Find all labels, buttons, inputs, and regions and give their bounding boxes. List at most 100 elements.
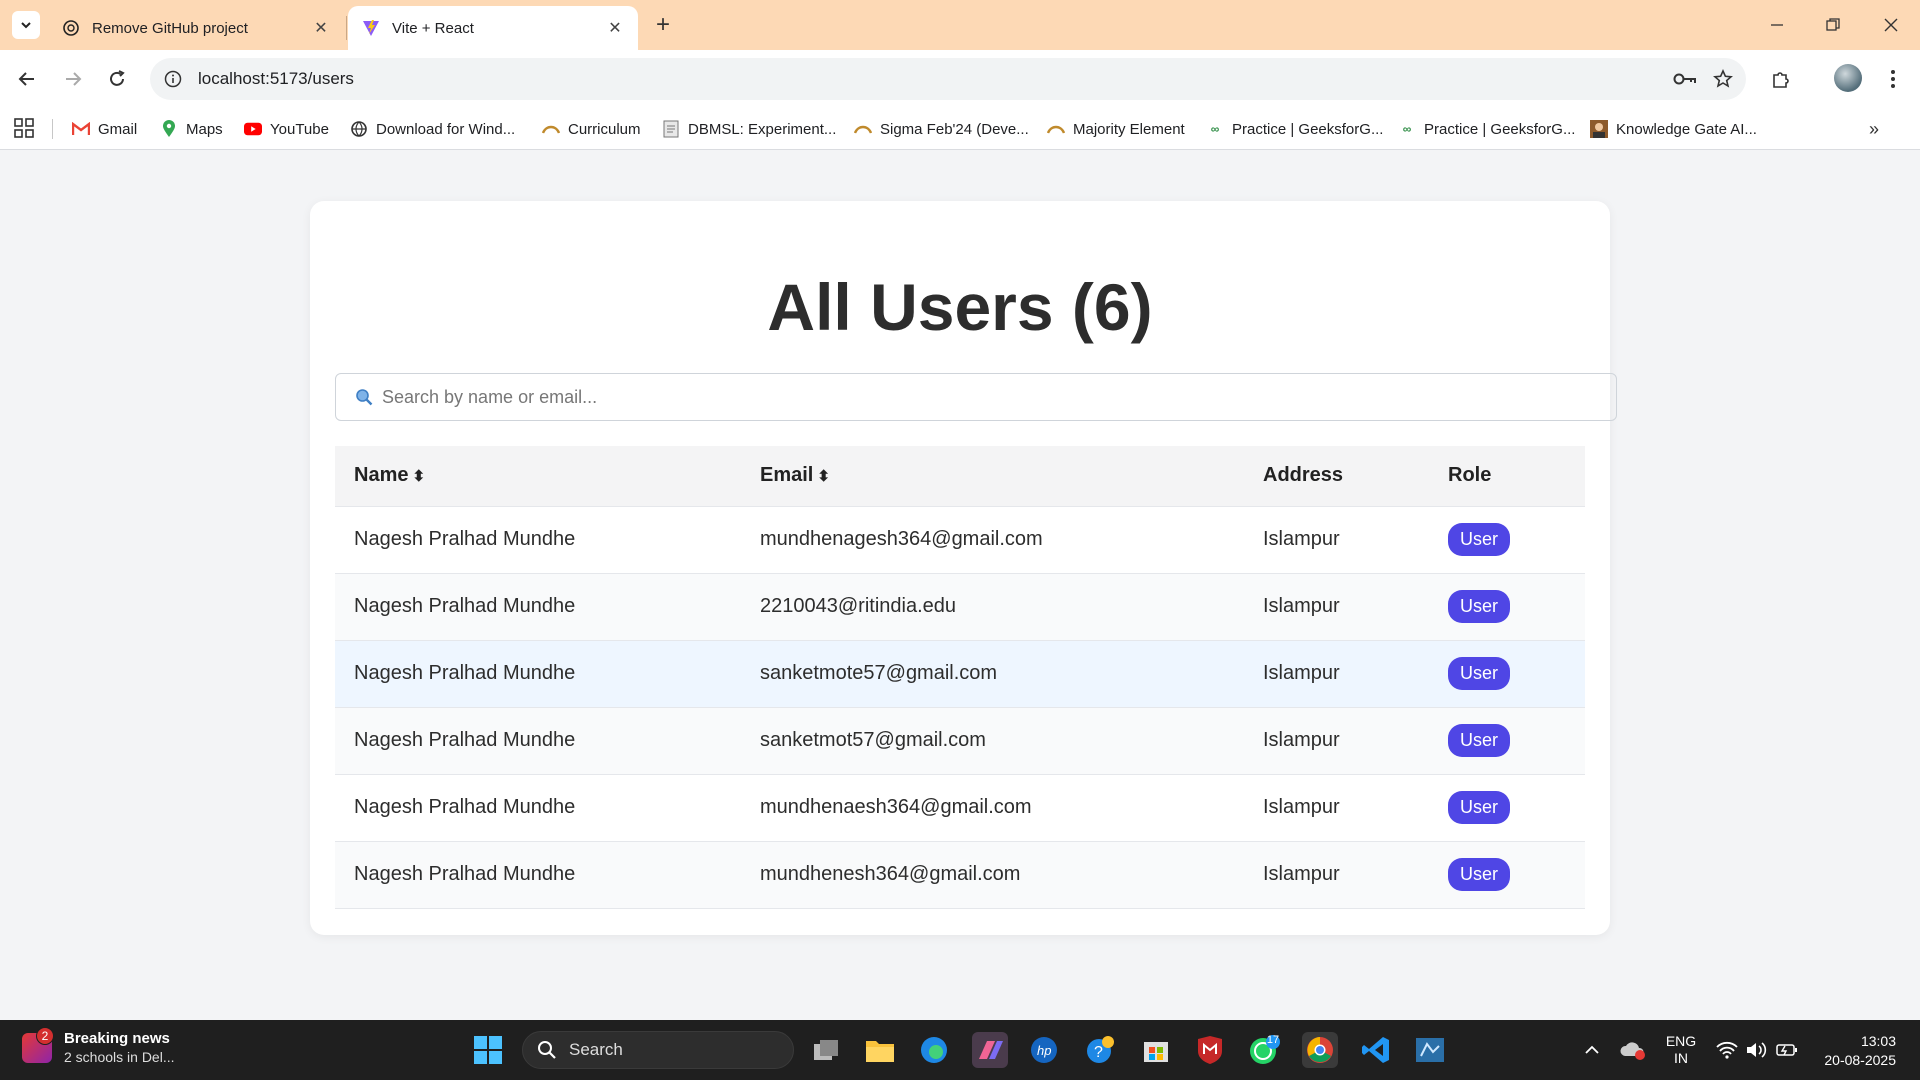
clock-time: 13:03 bbox=[1860, 1033, 1896, 1049]
apna-college-icon bbox=[854, 120, 872, 138]
forward-button[interactable] bbox=[58, 64, 88, 94]
cell-name: Nagesh Pralhad Mundhe bbox=[335, 841, 741, 909]
browser-toolbar: localhost:5173/users bbox=[0, 50, 1920, 108]
tab-title: Vite + React bbox=[392, 19, 474, 37]
tab-remove-github-project[interactable]: Remove GitHub project ✕ bbox=[48, 6, 344, 50]
bookmark-majority-element[interactable]: Majority Element bbox=[1047, 117, 1185, 141]
bookmark-knowledge-gate[interactable]: Knowledge Gate AI... bbox=[1590, 117, 1757, 141]
bookmark-label: Practice | GeeksforG... bbox=[1232, 120, 1384, 138]
bookmark-download-for-windows[interactable]: Download for Wind... bbox=[350, 117, 515, 141]
cell-role: User bbox=[1429, 707, 1585, 775]
search-box[interactable] bbox=[335, 373, 1617, 421]
bookmark-gfg-practice-1[interactable]: ∞ Practice | GeeksforG... bbox=[1206, 117, 1384, 141]
cell-email: mundhenesh364@gmail.com bbox=[741, 841, 1244, 909]
extensions-button[interactable] bbox=[1766, 64, 1796, 94]
table-row[interactable]: Nagesh Pralhad Mundhe mundhenaesh364@gma… bbox=[335, 774, 1585, 842]
bookmark-youtube[interactable]: YouTube bbox=[244, 117, 329, 141]
tab-search-button[interactable] bbox=[12, 11, 40, 39]
mysql-workbench-button[interactable] bbox=[1412, 1032, 1448, 1068]
copilot-button[interactable] bbox=[972, 1032, 1008, 1068]
globe-icon bbox=[350, 120, 368, 138]
address-bar[interactable]: localhost:5173/users bbox=[150, 58, 1746, 100]
bookmark-gmail[interactable]: Gmail bbox=[72, 117, 137, 141]
maps-icon bbox=[160, 120, 178, 138]
column-header-address: Address bbox=[1244, 446, 1429, 507]
vscode-button[interactable] bbox=[1358, 1032, 1394, 1068]
close-window-button[interactable] bbox=[1876, 10, 1906, 40]
chevron-double-right-icon: » bbox=[1868, 118, 1879, 139]
hp-button[interactable]: hp bbox=[1026, 1032, 1062, 1068]
vscode-icon bbox=[1362, 1037, 1389, 1063]
column-header-email[interactable]: Email ⬍ bbox=[741, 446, 1244, 507]
tab-vite-react[interactable]: Vite + React ✕ bbox=[348, 6, 638, 50]
close-icon[interactable]: ✕ bbox=[312, 19, 330, 37]
bookmark-sigma-feb24[interactable]: Sigma Feb'24 (Deve... bbox=[854, 117, 1029, 141]
cell-email: sanketmote57@gmail.com bbox=[741, 640, 1244, 708]
table-row[interactable]: Nagesh Pralhad Mundhe sanketmote57@gmail… bbox=[335, 640, 1585, 708]
mcafee-button[interactable] bbox=[1192, 1032, 1228, 1068]
wifi-icon bbox=[1716, 1041, 1738, 1059]
site-info-icon[interactable] bbox=[162, 68, 184, 90]
browser-menu-button[interactable] bbox=[1878, 64, 1908, 94]
gfg-icon: ∞ bbox=[1402, 122, 1412, 136]
bookmark-curriculum[interactable]: Curriculum bbox=[542, 117, 641, 141]
language-line-2: IN bbox=[1674, 1050, 1688, 1066]
chatgpt-icon bbox=[62, 19, 80, 37]
bookmarks-overflow-button[interactable]: » bbox=[1862, 118, 1886, 140]
battery-status[interactable] bbox=[1774, 1020, 1800, 1080]
table-row[interactable]: Nagesh Pralhad Mundhe sanketmot57@gmail.… bbox=[335, 707, 1585, 775]
cell-email: mundhenaesh364@gmail.com bbox=[741, 774, 1244, 842]
bookmark-label: DBMSL: Experiment... bbox=[688, 120, 837, 138]
cell-role: User bbox=[1429, 573, 1585, 641]
bookmark-star-icon[interactable] bbox=[1708, 64, 1738, 94]
back-button[interactable] bbox=[12, 64, 42, 94]
cell-role: User bbox=[1429, 841, 1585, 909]
bookmark-maps[interactable]: Maps bbox=[160, 117, 223, 141]
column-header-name[interactable]: Name ⬍ bbox=[335, 446, 741, 507]
file-explorer-button[interactable] bbox=[862, 1032, 898, 1068]
search-input[interactable] bbox=[382, 386, 1616, 408]
arrow-right-icon bbox=[66, 72, 82, 86]
users-table: Name ⬍ Email ⬍ Address Role Nagesh Pralhad… bbox=[335, 446, 1585, 909]
apps-grid-icon[interactable] bbox=[14, 118, 36, 140]
taskbar-search[interactable]: Search bbox=[522, 1031, 794, 1069]
clock-date: 20-08-2025 bbox=[1824, 1052, 1896, 1068]
language-indicator[interactable]: ENG IN bbox=[1660, 1020, 1702, 1080]
url-text[interactable]: localhost:5173/users bbox=[198, 69, 1670, 89]
show-hidden-icons-button[interactable] bbox=[1578, 1020, 1606, 1080]
table-row[interactable]: Nagesh Pralhad Mundhe mundhenesh364@gmai… bbox=[335, 841, 1585, 909]
get-help-button[interactable]: ? bbox=[1082, 1032, 1118, 1068]
start-button[interactable] bbox=[470, 1032, 506, 1068]
windows-logo-icon bbox=[474, 1036, 502, 1064]
bookmark-gfg-practice-2[interactable]: ∞ Practice | GeeksforG... bbox=[1398, 117, 1576, 141]
edge-button[interactable] bbox=[916, 1032, 952, 1068]
arrow-left-icon bbox=[18, 72, 34, 86]
restore-button[interactable] bbox=[1818, 10, 1848, 40]
bookmark-label: Gmail bbox=[98, 120, 138, 138]
whatsapp-badge: 17 bbox=[1266, 1034, 1280, 1046]
wifi-status[interactable] bbox=[1714, 1020, 1740, 1080]
news-widget[interactable]: 2 Breaking news 2 schools in Del... bbox=[22, 1026, 175, 1065]
restore-icon bbox=[1826, 18, 1840, 31]
password-key-icon[interactable] bbox=[1670, 64, 1700, 94]
task-view-button[interactable] bbox=[808, 1032, 844, 1068]
minimize-button[interactable] bbox=[1762, 10, 1792, 40]
volume-status[interactable] bbox=[1744, 1020, 1770, 1080]
role-badge: User bbox=[1448, 791, 1511, 824]
whatsapp-button[interactable]: 17 bbox=[1246, 1032, 1282, 1068]
store-icon bbox=[1144, 1042, 1168, 1062]
profile-avatar[interactable] bbox=[1834, 64, 1862, 92]
mysql-workbench-icon bbox=[1416, 1038, 1444, 1062]
system-clock[interactable]: 13:03 20-08-2025 bbox=[1814, 1032, 1896, 1070]
close-icon[interactable]: ✕ bbox=[606, 19, 624, 37]
reload-button[interactable] bbox=[102, 64, 132, 94]
new-tab-button[interactable]: + bbox=[650, 11, 676, 38]
table-row[interactable]: Nagesh Pralhad Mundhe 2210043@ritindia.e… bbox=[335, 573, 1585, 641]
cell-address: Islampur bbox=[1244, 841, 1429, 909]
chrome-button[interactable] bbox=[1302, 1032, 1338, 1068]
onedrive-status-button[interactable] bbox=[1618, 1020, 1648, 1080]
speaker-icon bbox=[1747, 1042, 1767, 1058]
table-row[interactable]: Nagesh Pralhad Mundhe mundhenagesh364@gm… bbox=[335, 506, 1585, 574]
bookmark-dbmsl[interactable]: DBMSL: Experiment... bbox=[662, 117, 836, 141]
microsoft-store-button[interactable] bbox=[1138, 1032, 1174, 1068]
